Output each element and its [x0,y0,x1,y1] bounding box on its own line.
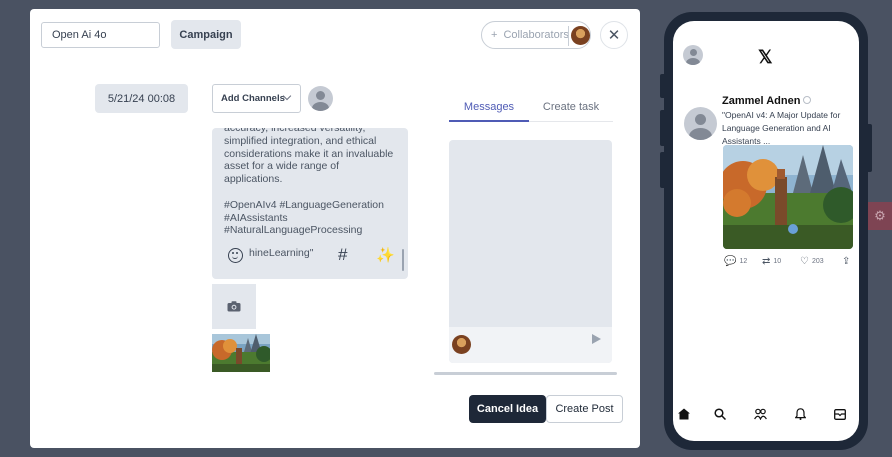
tweet-text: "OpenAI v4: A Major Update for Language … [722,110,841,146]
profile-avatar[interactable] [683,45,703,65]
close-icon: ✕ [607,27,621,44]
post-content[interactable]: accuracy, increased versatility, simplif… [224,128,399,237]
reply-count: 12 [739,258,748,265]
message-user-avatar [452,335,471,354]
idea-title-input[interactable]: Open Ai 4o [41,22,160,48]
user-avatar[interactable] [308,86,333,111]
like-count: 203 [811,258,824,265]
ai-sparkle-icon[interactable]: ✨ [376,246,395,264]
send-icon[interactable] [592,334,601,344]
messages-panel-scrollbar[interactable] [434,372,617,375]
reply-stat[interactable]: 💬 12 [724,256,747,267]
message-input[interactable] [449,327,612,363]
like-stat[interactable]: ♡ 203 [800,256,824,267]
author-avatar[interactable] [684,107,717,140]
create-post-button[interactable]: Create Post [546,395,623,423]
tweet-image[interactable] [723,145,853,249]
retweet-count: 10 [773,258,782,265]
camera-icon [227,301,241,312]
emoji-icon[interactable] [228,248,243,263]
add-channels-label: Add Channels [221,93,285,104]
verified-icon [803,96,812,104]
search-icon[interactable] [712,406,728,422]
phone-screen: 𝕏 Zammel Adnen "OpenAI v4: A Major Updat… [673,21,859,441]
messages-panel [449,140,612,363]
close-button[interactable]: ✕ [600,21,628,49]
collaborators-label: Collaborators [503,29,569,41]
retweet-stat[interactable]: ⇄ 10 [762,256,781,267]
fantasy-landscape-image [723,145,853,249]
editor-toolbar: hineLearning" # ✨ [212,245,408,268]
idea-title-value: Open Ai 4o [52,29,107,41]
share-icon: ⇪ [842,256,851,267]
add-channels-dropdown[interactable]: Add Channels [212,84,301,113]
cancel-idea-button[interactable]: Cancel Idea [469,395,546,423]
tweet-stats: 💬 12 ⇄ 10 ♡ 203 ⇪ [724,255,854,269]
campaign-button[interactable]: Campaign [171,20,241,49]
collaborators-button[interactable]: + Collaborators [481,21,591,49]
settings-gear-tab[interactable]: ⚙ [868,202,892,230]
hashtag-icon[interactable]: # [338,245,347,265]
phone-bottom-nav [673,406,859,426]
phone-side-button [660,110,664,146]
add-media-button[interactable] [212,284,256,329]
side-tabs: Messages Create task [449,93,613,122]
heart-icon: ♡ [800,256,809,267]
phone-side-button [868,124,872,172]
editor-scrollbar[interactable] [402,249,404,271]
create-idea-modal: Open Ai 4o Campaign + Collaborators ✕ 5/… [30,9,640,448]
collaborator-avatar[interactable] [571,26,590,45]
phone-side-button [660,74,664,98]
phone-side-button [660,152,664,188]
share-stat[interactable]: ⇪ [842,256,853,267]
attached-image-thumbnail[interactable] [212,334,270,372]
fantasy-landscape-image [212,334,270,372]
tab-messages[interactable]: Messages [449,93,529,122]
x-logo-icon: 𝕏 [758,47,773,67]
reply-icon: 💬 [724,256,737,267]
community-icon[interactable] [752,406,768,422]
author-name-row: Zammel Adnen [722,95,812,107]
gear-icon: ⚙ [874,208,886,223]
tab-create-task[interactable]: Create task [529,93,613,122]
bell-icon[interactable] [792,406,808,422]
retweet-icon: ⇄ [762,256,771,267]
phone-preview: 𝕏 Zammel Adnen "OpenAI v4: A Major Updat… [660,12,872,450]
post-content-trailing-line: hineLearning" [249,247,314,259]
mail-icon[interactable] [832,406,848,422]
post-editor[interactable]: accuracy, increased versatility, simplif… [212,128,408,279]
home-icon[interactable] [676,406,692,422]
plus-icon: + [491,29,498,41]
schedule-date-button[interactable]: 5/21/24 00:08 [95,84,188,113]
author-name[interactable]: Zammel Adnen [722,95,800,107]
divider [568,26,569,46]
